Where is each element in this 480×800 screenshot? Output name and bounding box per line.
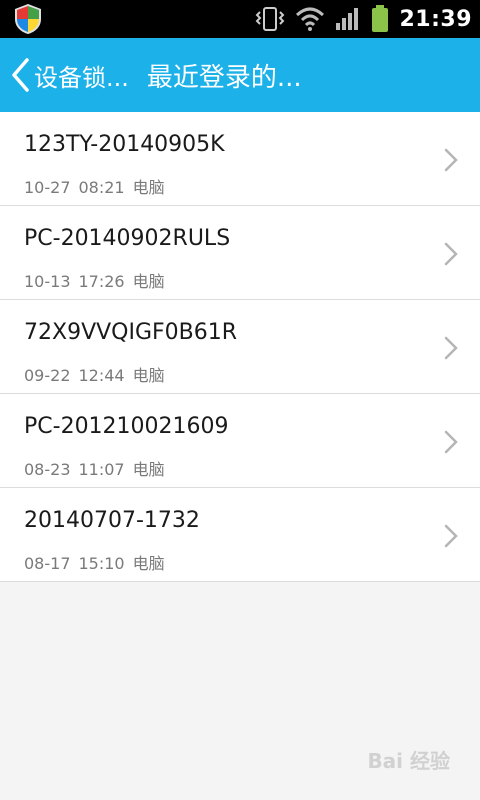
device-type: 电脑: [132, 178, 165, 197]
page-title: 最近登录的...: [146, 62, 302, 93]
device-type: 电脑: [132, 554, 165, 573]
battery-icon: [371, 5, 389, 33]
list-item[interactable]: PC-20140902RULS 10-13 17:26 电脑: [0, 206, 480, 300]
login-date: 08-23: [24, 460, 71, 479]
device-list: 123TY-20140905K 10-27 08:21 电脑 PC-20140902…: [0, 112, 480, 582]
device-name: PC-20140902RULS: [24, 226, 231, 251]
login-time: 12:44: [78, 366, 125, 385]
device-name: 72X9VVQIGF0B61R: [24, 320, 238, 345]
login-time: 15:10: [78, 554, 125, 573]
login-info: 08-17 15:10 电脑: [24, 550, 165, 574]
login-info: 10-13 17:26 电脑: [24, 268, 165, 292]
vibrate-icon: [255, 6, 285, 32]
login-date: 09-22: [24, 366, 71, 385]
chevron-right-icon: [444, 524, 458, 548]
login-date: 10-13: [24, 272, 71, 291]
device-name: PC-201210021609: [24, 414, 229, 439]
chevron-right-icon: [444, 430, 458, 454]
login-info: 08-23 11:07 电脑: [24, 456, 165, 480]
chevron-right-icon: [444, 336, 458, 360]
device-type: 电脑: [132, 366, 165, 385]
login-time: 08:21: [78, 178, 125, 197]
chevron-right-icon: [444, 242, 458, 266]
signal-icon: [335, 7, 361, 31]
chevron-left-icon: [10, 57, 30, 93]
watermark: Bai 经验: [367, 749, 450, 773]
device-type: 电脑: [132, 460, 165, 479]
login-time: 17:26: [78, 272, 125, 291]
title-bar: 设备锁... 最近登录的...: [0, 38, 480, 112]
shield-icon: [12, 2, 44, 36]
list-item[interactable]: 20140707-1732 08-17 15:10 电脑: [0, 488, 480, 582]
login-info: 10-27 08:21 电脑: [24, 174, 165, 198]
login-date: 10-27: [24, 178, 71, 197]
login-info: 09-22 12:44 电脑: [24, 362, 165, 386]
back-label: 设备锁...: [34, 63, 129, 92]
list-item[interactable]: 72X9VVQIGF0B61R 09-22 12:44 电脑: [0, 300, 480, 394]
list-item[interactable]: PC-201210021609 08-23 11:07 电脑: [0, 394, 480, 488]
list-item[interactable]: 123TY-20140905K 10-27 08:21 电脑: [0, 112, 480, 206]
back-button[interactable]: 设备锁...: [10, 57, 129, 93]
device-name: 20140707-1732: [24, 508, 200, 533]
status-time: 21:39: [399, 6, 472, 32]
device-type: 电脑: [132, 272, 165, 291]
status-bar: 21:39: [0, 0, 480, 38]
chevron-right-icon: [444, 148, 458, 172]
wifi-icon: [295, 7, 325, 31]
login-time: 11:07: [78, 460, 125, 479]
login-date: 08-17: [24, 554, 71, 573]
device-name: 123TY-20140905K: [24, 132, 225, 157]
